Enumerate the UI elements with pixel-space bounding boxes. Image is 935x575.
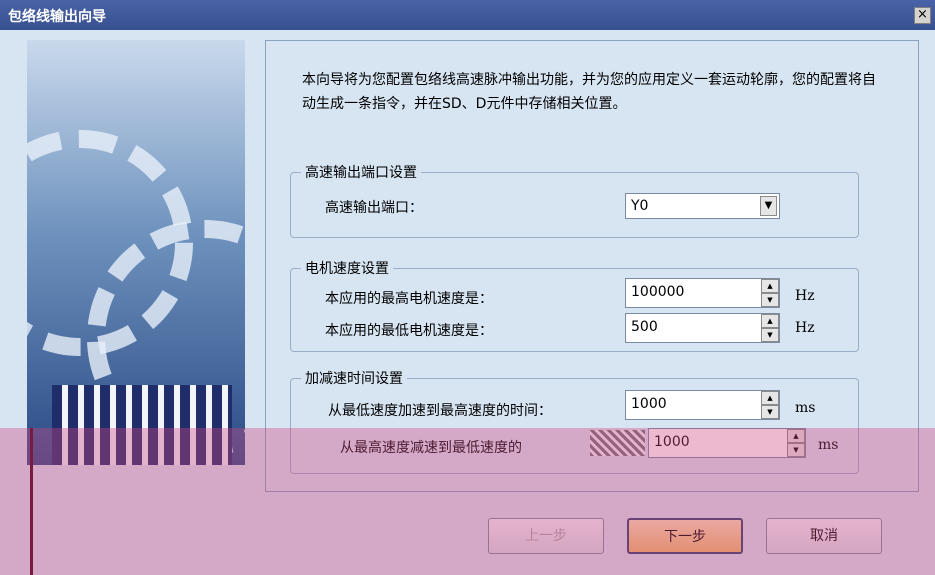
port-group-title: 高速输出端口设置	[301, 162, 421, 182]
min-speed-value: 500	[631, 319, 658, 335]
close-button[interactable]: ×	[914, 7, 931, 24]
next-button[interactable]: 下一步	[627, 518, 743, 554]
accel-time-value: 1000	[631, 396, 667, 412]
spin-up-icon[interactable]: ▲	[761, 279, 779, 293]
min-speed-spinner[interactable]: 500 ▲ ▼	[625, 313, 780, 343]
overlay-edge	[30, 428, 33, 575]
cancel-button[interactable]: 取消	[766, 518, 882, 554]
max-speed-spinner[interactable]: 100000 ▲ ▼	[625, 278, 780, 308]
port-select[interactable]: Y0 ▼	[625, 193, 780, 219]
intro-text: 本向导将为您配置包络线高速脉冲输出功能，并为您的应用定义一套运动轮廓，您的配置将…	[302, 72, 876, 112]
max-speed-label: 本应用的最高电机速度是：	[325, 291, 493, 307]
max-speed-unit: Hz	[795, 288, 815, 304]
decel-time-value: 1000	[654, 434, 690, 450]
accel-time-unit: ms	[795, 400, 816, 416]
accel-time-label: 从最低速度加速到最高速度的时间：	[328, 403, 552, 419]
decel-time-spinner[interactable]: 1000 ▲ ▼	[648, 428, 806, 458]
min-speed-label: 本应用的最低电机速度是：	[325, 323, 493, 339]
wizard-side-image	[27, 40, 245, 465]
accel-time-spinner[interactable]: 1000 ▲ ▼	[625, 390, 780, 420]
spin-down-icon[interactable]: ▼	[761, 405, 779, 419]
motor-group-title: 电机速度设置	[301, 258, 393, 278]
window-title: 包络线输出向导	[8, 9, 106, 25]
max-speed-value: 100000	[631, 284, 685, 300]
accel-group-title: 加减速时间设置	[301, 368, 407, 388]
chevron-down-icon[interactable]: ▼	[760, 196, 777, 216]
port-select-value: Y0	[631, 198, 649, 214]
spin-down-icon[interactable]: ▼	[787, 443, 805, 457]
spin-down-icon[interactable]: ▼	[761, 328, 779, 342]
decel-time-label: 从最高速度减速到最低速度的	[340, 440, 522, 456]
spin-up-icon[interactable]: ▲	[761, 391, 779, 405]
spin-up-icon[interactable]: ▲	[761, 314, 779, 328]
gear-teeth-graphic	[52, 385, 232, 465]
spin-down-icon[interactable]: ▼	[761, 293, 779, 307]
port-label: 高速输出端口：	[325, 200, 423, 216]
image-artifact	[590, 430, 645, 456]
back-button[interactable]: 上一步	[488, 518, 604, 554]
title-bar: 包络线输出向导 ×	[0, 0, 935, 30]
min-speed-unit: Hz	[795, 320, 815, 336]
decel-time-unit: ms	[818, 437, 839, 453]
spin-up-icon[interactable]: ▲	[787, 429, 805, 443]
